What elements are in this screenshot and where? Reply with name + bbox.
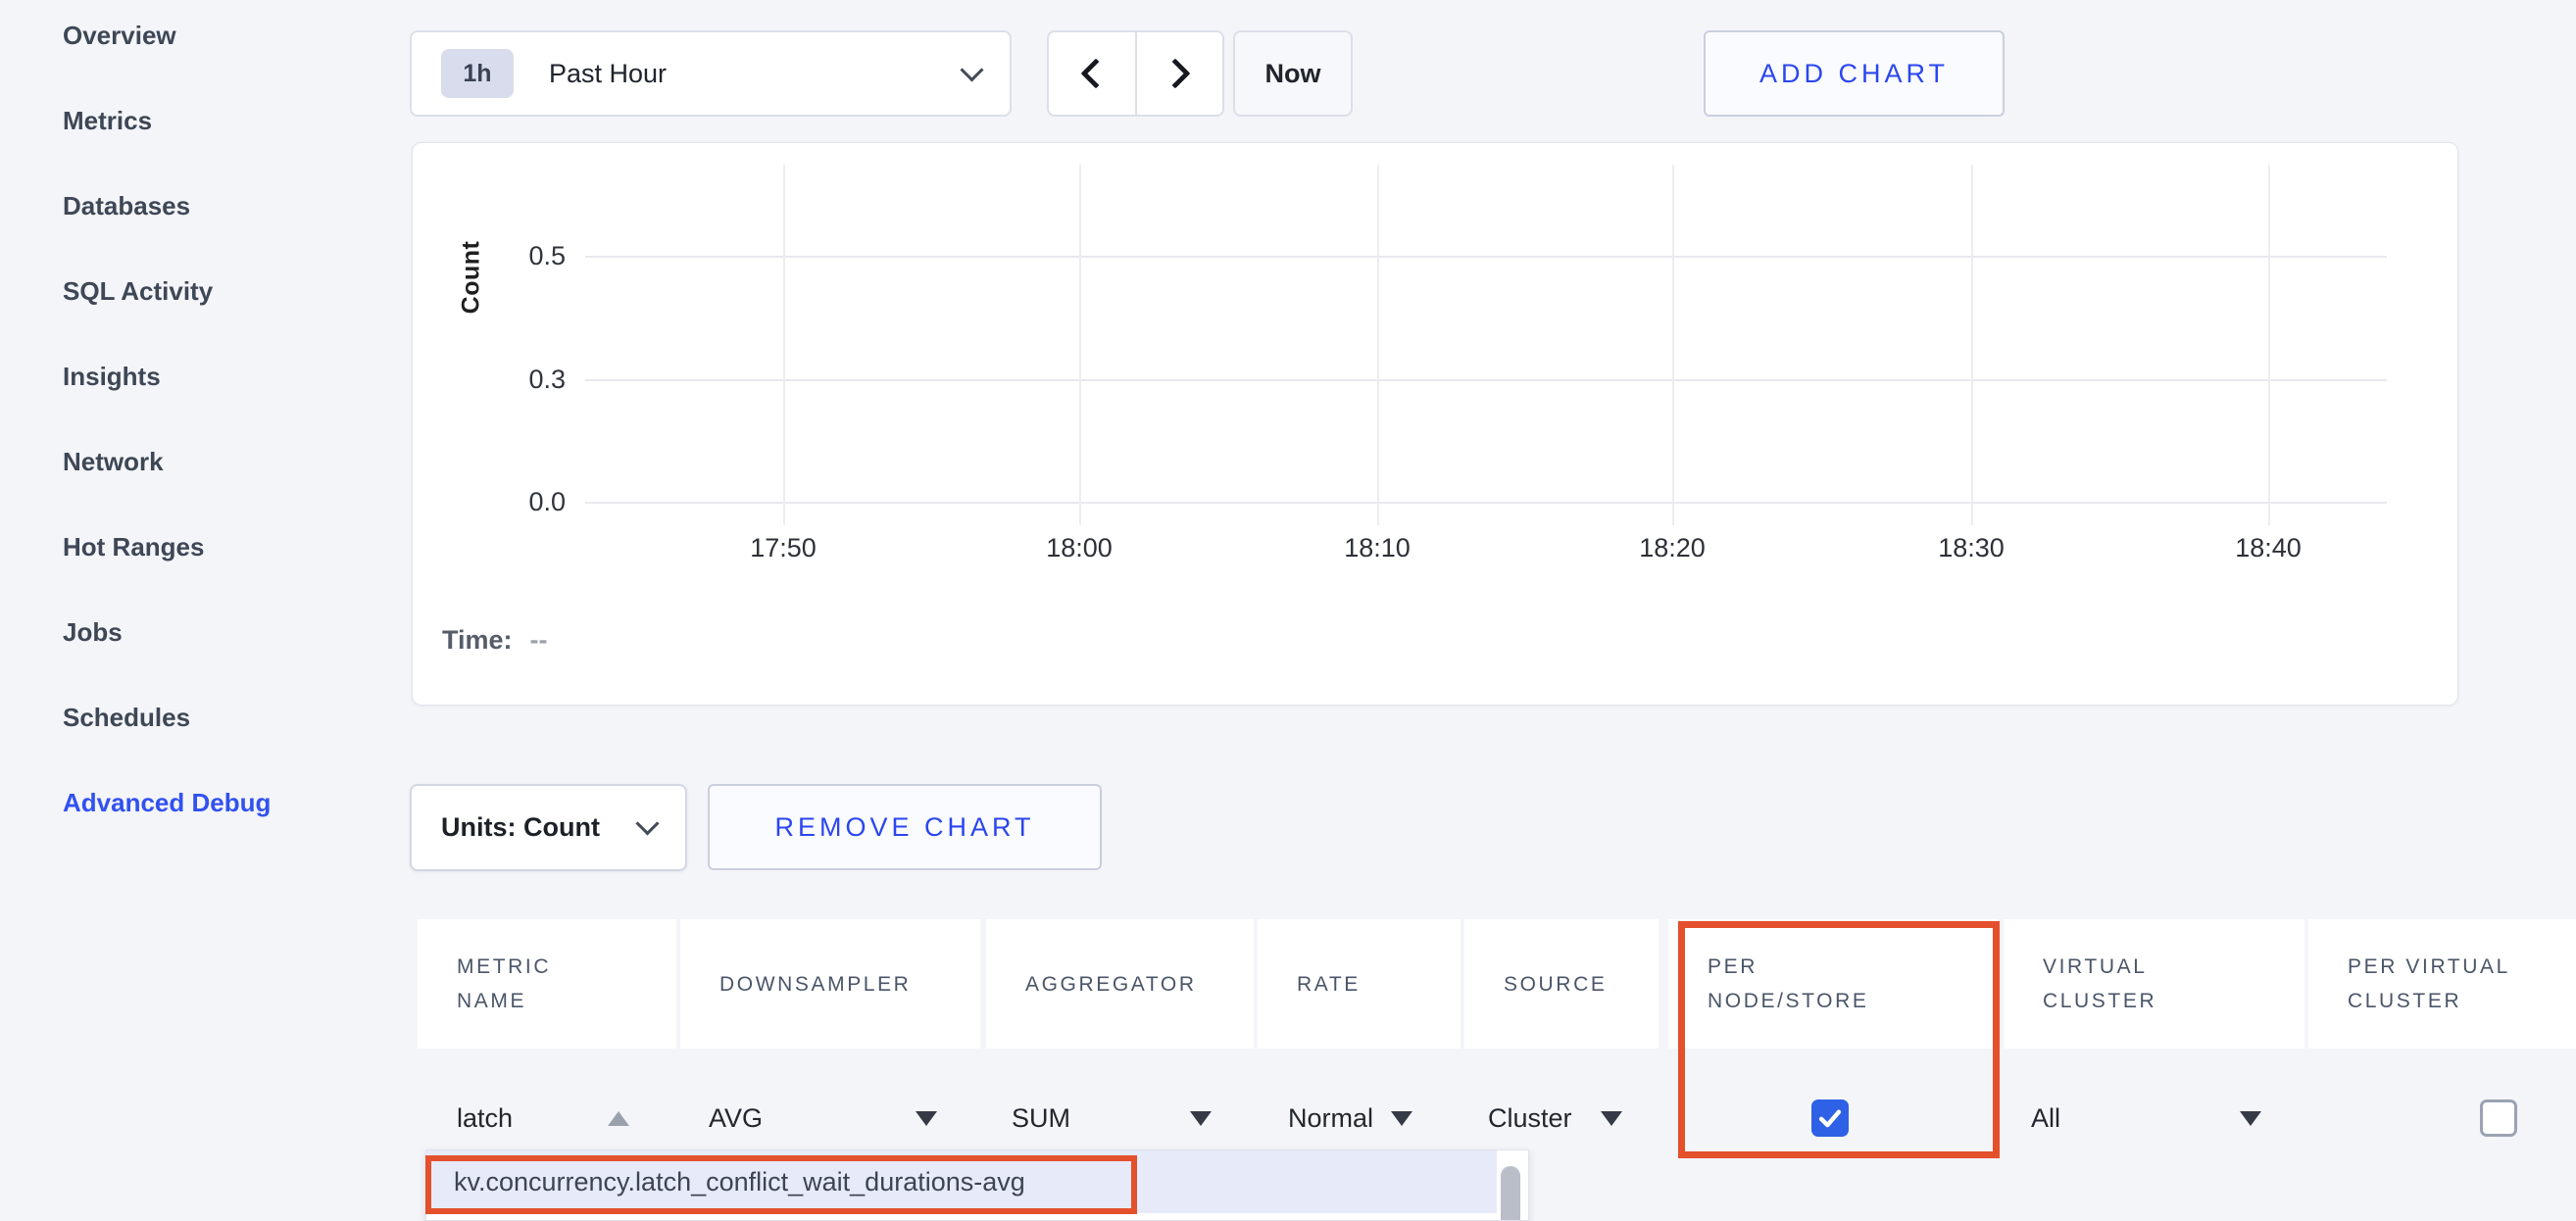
sidebar-item-overview[interactable]: Overview (63, 18, 271, 54)
units-label: Units: Count (441, 812, 600, 843)
x-axis-tick: 18:10 (1299, 533, 1456, 563)
x-axis-tick: 18:40 (2190, 533, 2347, 563)
per-node-store-checkbox[interactable] (1811, 1099, 1849, 1137)
sidebar: Overview Metrics Databases SQL Activity … (63, 18, 271, 821)
scrollbar-thumb[interactable] (1501, 1166, 1520, 1221)
chevron-down-icon (960, 58, 983, 81)
hover-time-readout: Time: -- (442, 625, 548, 656)
column-header-aggregator: AGGREGATOR (986, 919, 1254, 1049)
remove-chart-button[interactable]: REMOVE CHART (708, 784, 1102, 870)
autocomplete-suggestion[interactable]: kv.concurrency.latch_conflict_wait_durat… (426, 1150, 1497, 1213)
time-range-selector[interactable]: 1h Past Hour (410, 30, 1012, 117)
sidebar-item-jobs[interactable]: Jobs (63, 614, 271, 651)
sidebar-item-hot-ranges[interactable]: Hot Ranges (63, 529, 271, 565)
sidebar-item-metrics[interactable]: Metrics (63, 103, 271, 139)
time-range-label: Past Hour (549, 59, 667, 89)
gridline-vertical (1971, 165, 1973, 525)
sidebar-item-insights[interactable]: Insights (63, 359, 271, 395)
gridline-vertical (1377, 165, 1379, 525)
next-range-button[interactable] (1135, 32, 1223, 115)
gridline-vertical (2268, 165, 2270, 525)
caret-down-icon[interactable] (2240, 1111, 2261, 1126)
column-header-rate: RATE (1258, 919, 1461, 1049)
source-select[interactable]: Cluster (1488, 1086, 1572, 1150)
gridline-vertical (1672, 165, 1674, 525)
virtual-cluster-select[interactable]: All (2031, 1086, 2060, 1150)
time-value: -- (530, 625, 548, 655)
gridline-horizontal (585, 256, 2387, 258)
units-selector[interactable]: Units: Count (410, 784, 687, 871)
column-header-downsampler: DOWNSAMPLER (680, 919, 980, 1049)
caret-down-icon[interactable] (1190, 1111, 1212, 1126)
rate-select[interactable]: Normal (1288, 1086, 1373, 1150)
metric-row: latch AVG SUM Normal Cluster All (0, 1086, 2576, 1150)
chevron-right-icon (1161, 58, 1191, 88)
y-axis-tick: 0.0 (458, 485, 566, 518)
gridline-horizontal (585, 379, 2387, 381)
add-chart-button[interactable]: ADD CHART (1704, 30, 2005, 117)
y-axis-tick: 0.3 (458, 363, 566, 396)
x-axis-tick: 17:50 (705, 533, 862, 563)
x-axis-tick: 18:30 (1893, 533, 2050, 563)
downsampler-select[interactable]: AVG (709, 1086, 763, 1150)
column-header-per-virtual-cluster: PER VIRTUALCLUSTER (2308, 919, 2576, 1049)
now-button[interactable]: Now (1233, 30, 1353, 117)
column-header-source: SOURCE (1464, 919, 1659, 1049)
metric-autocomplete-dropdown: kv.concurrency.latch_conflict_wait_durat… (425, 1149, 1529, 1221)
check-icon (1814, 1102, 1846, 1134)
time-range-pager (1047, 30, 1224, 117)
column-header-metric-name: METRICNAME (418, 919, 676, 1049)
time-range-badge: 1h (441, 49, 514, 98)
sidebar-item-advanced-debug[interactable]: Advanced Debug (63, 785, 271, 821)
custom-chart-page: Overview Metrics Databases SQL Activity … (0, 0, 2576, 1221)
sidebar-item-sql-activity[interactable]: SQL Activity (63, 273, 271, 310)
column-header-virtual-cluster: VIRTUALCLUSTER (2004, 919, 2304, 1049)
column-header-per-node-store: PERNODE/STORE (1668, 919, 1998, 1049)
gridline-horizontal (585, 502, 2387, 504)
chevron-left-icon (1080, 58, 1111, 88)
per-virtual-cluster-checkbox[interactable] (2480, 1099, 2517, 1137)
caret-down-icon[interactable] (1391, 1111, 1412, 1126)
metric-name-input[interactable]: latch (457, 1086, 513, 1150)
caret-up-icon[interactable] (608, 1111, 629, 1126)
chevron-down-icon (635, 811, 659, 835)
sidebar-item-schedules[interactable]: Schedules (63, 700, 271, 736)
caret-down-icon[interactable] (1601, 1111, 1622, 1126)
gridline-vertical (1079, 165, 1081, 525)
gridline-vertical (783, 165, 785, 525)
sidebar-item-databases[interactable]: Databases (63, 188, 271, 224)
caret-down-icon[interactable] (916, 1111, 937, 1126)
chart-card: Count 0.5 0.3 0.0 17:50 18:00 18:10 18:2… (412, 142, 2458, 706)
aggregator-select[interactable]: SUM (1012, 1086, 1070, 1150)
x-axis-tick: 18:00 (1001, 533, 1158, 563)
y-axis-tick: 0.5 (458, 239, 566, 272)
prev-range-button[interactable] (1049, 32, 1135, 115)
sidebar-item-network[interactable]: Network (63, 444, 271, 480)
time-label: Time: (442, 625, 513, 655)
x-axis-tick: 18:20 (1594, 533, 1751, 563)
